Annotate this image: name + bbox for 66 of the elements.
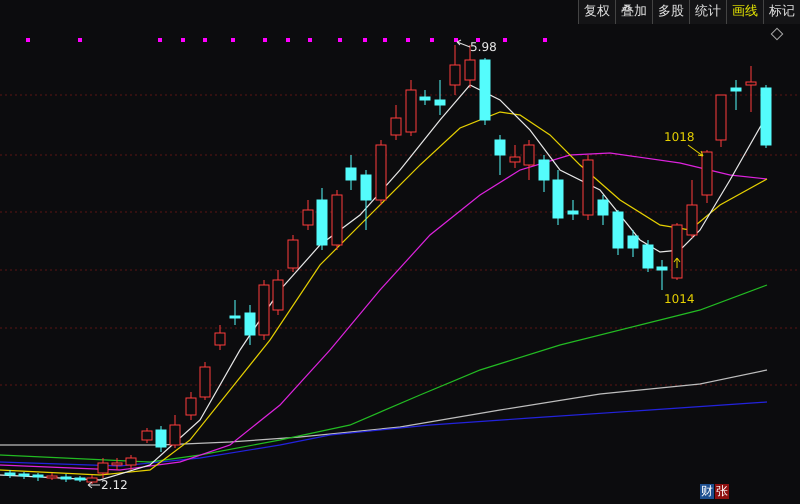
candlestick xyxy=(60,474,72,482)
candlestick xyxy=(46,472,58,480)
arrow-icon xyxy=(674,258,680,268)
candlestick xyxy=(702,150,712,204)
toolbar-tab[interactable]: 叠加 xyxy=(615,0,652,24)
candlestick xyxy=(510,144,520,168)
candlestick xyxy=(730,80,742,110)
candlestick xyxy=(170,414,180,448)
candlestick xyxy=(32,472,44,482)
candlestick xyxy=(244,304,256,346)
price-label: 5.98 xyxy=(470,39,497,55)
candlestick xyxy=(450,44,460,96)
candlestick xyxy=(612,210,624,256)
arrow-icon xyxy=(88,482,100,488)
marker-label: 1018 xyxy=(664,129,695,145)
candlestick xyxy=(538,154,550,192)
candlestick xyxy=(552,170,564,226)
candlestick xyxy=(230,300,240,326)
candlestick xyxy=(302,200,314,230)
candlestick xyxy=(142,428,152,444)
candlestick xyxy=(582,154,594,220)
candlestick xyxy=(716,94,726,148)
candlestick xyxy=(568,200,578,220)
candlestick xyxy=(376,140,386,206)
candlestick xyxy=(390,104,402,140)
candlestick xyxy=(4,470,16,478)
candlestick xyxy=(214,324,226,350)
candlestick xyxy=(524,140,534,180)
candlestick xyxy=(420,90,430,106)
candlestick xyxy=(288,234,298,272)
toolbar-tab[interactable]: 多股 xyxy=(652,0,689,24)
toolbar-tab[interactable]: 复权 xyxy=(578,0,615,24)
candlestick xyxy=(258,280,270,340)
marker-label: 1014 xyxy=(664,291,695,307)
badge[interactable]: 张 xyxy=(715,484,729,499)
candlestick xyxy=(494,134,506,176)
toolbar-tab[interactable]: 标记 xyxy=(763,0,800,24)
toolbar-tab[interactable]: 统计 xyxy=(689,0,726,24)
arrow-icon xyxy=(688,144,704,156)
candlestick xyxy=(760,84,772,148)
candlestick xyxy=(360,170,372,230)
candlestick xyxy=(434,80,446,116)
candlestick xyxy=(126,454,136,470)
candlestick xyxy=(272,270,284,316)
candlestick xyxy=(112,458,122,470)
badge[interactable]: 财 xyxy=(700,484,714,499)
candlestick xyxy=(628,230,638,258)
candlestick xyxy=(332,190,342,250)
candlestick xyxy=(156,426,166,452)
candlestick xyxy=(598,194,608,226)
candlestick xyxy=(346,154,356,190)
candlestick xyxy=(186,392,196,420)
candlestick xyxy=(746,66,756,112)
candlestick xyxy=(642,240,654,272)
candlestick xyxy=(656,260,668,290)
candlestick xyxy=(480,58,490,126)
toolbar-tab[interactable]: 画线 xyxy=(726,0,763,24)
candlestick xyxy=(316,188,328,250)
candlestick xyxy=(18,472,30,480)
candlestick xyxy=(406,80,416,136)
candlestick xyxy=(672,222,682,280)
candlestick xyxy=(686,180,698,238)
candlestick xyxy=(200,362,210,400)
price-label: 2.12 xyxy=(101,477,128,493)
arrow-icon xyxy=(456,40,470,48)
diamond-icon[interactable] xyxy=(770,28,784,40)
